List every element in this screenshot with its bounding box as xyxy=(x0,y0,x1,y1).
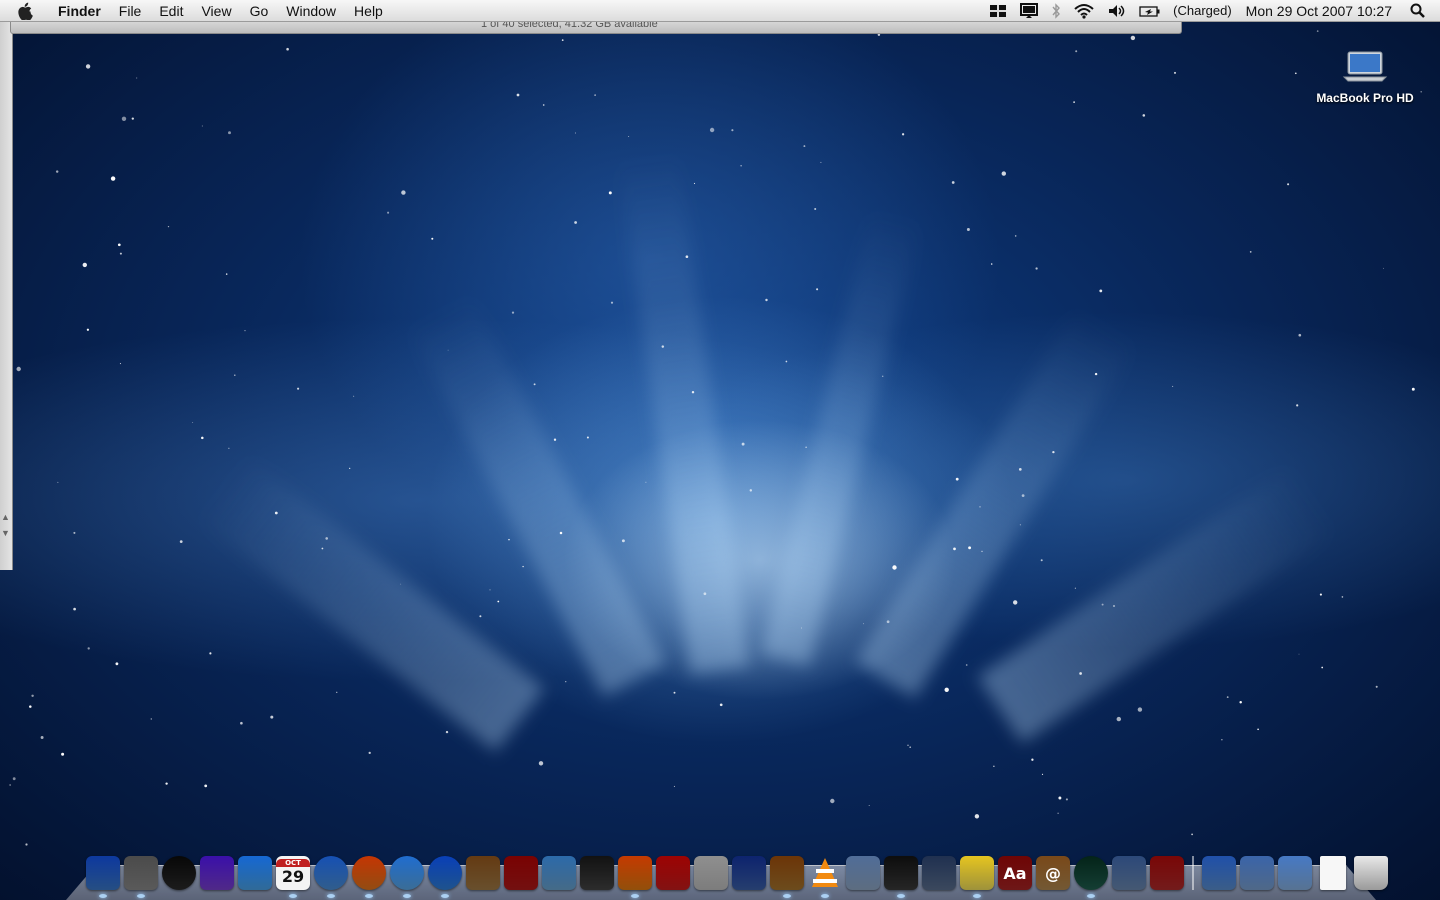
trash-icon[interactable] xyxy=(1354,856,1388,890)
running-indicator xyxy=(137,894,145,898)
battery-icon[interactable] xyxy=(1133,0,1167,22)
bluetooth-icon[interactable] xyxy=(1045,0,1067,22)
vlc-cone xyxy=(812,858,838,887)
dictionary-icon[interactable]: Aa xyxy=(998,856,1032,890)
documents-folder-icon[interactable] xyxy=(1240,856,1274,890)
menu-window[interactable]: Window xyxy=(277,0,345,22)
front-row-icon[interactable] xyxy=(618,856,652,898)
downloads-folder-icon[interactable] xyxy=(1278,856,1312,890)
app-w-icon[interactable] xyxy=(238,856,272,890)
film-app-icon[interactable] xyxy=(1150,856,1184,890)
eye-app-icon[interactable] xyxy=(732,856,766,890)
menu-extras: (Charged) Mon 29 Oct 2007 10:27 xyxy=(983,0,1440,22)
dashboard-icon[interactable] xyxy=(162,856,196,890)
running-indicator xyxy=(327,894,335,898)
macbook-hd-icon xyxy=(1342,51,1388,82)
display-icon[interactable] xyxy=(1013,0,1045,22)
menubar-clock[interactable]: Mon 29 Oct 2007 10:27 xyxy=(1238,3,1404,19)
ical-icon[interactable]: OCT 29 xyxy=(276,856,310,898)
apple-icon[interactable] xyxy=(18,2,40,20)
stickies-icon[interactable] xyxy=(960,856,994,898)
spaces-icon[interactable] xyxy=(983,0,1013,22)
running-indicator xyxy=(441,894,449,898)
imovie-icon[interactable] xyxy=(884,856,918,898)
desktop-macbook-hd[interactable]: MacBook Pro HD xyxy=(1310,50,1420,105)
system-preferences-icon[interactable] xyxy=(124,856,158,898)
desktop-wallpaper xyxy=(0,0,1440,900)
spotlight-icon[interactable] xyxy=(1404,0,1440,22)
menu-app-finder[interactable]: Finder xyxy=(52,0,110,22)
document-icon[interactable] xyxy=(1320,856,1346,890)
running-indicator xyxy=(783,894,791,898)
wifi-icon[interactable] xyxy=(1067,0,1101,22)
volume-icon[interactable] xyxy=(1101,0,1133,22)
app-e-icon[interactable] xyxy=(200,856,234,890)
itunes-icon[interactable] xyxy=(390,856,424,898)
dock-separator xyxy=(1192,856,1194,890)
preview-icon[interactable] xyxy=(542,856,576,890)
running-indicator xyxy=(403,894,411,898)
desktop-macbook-hd-label: MacBook Pro HD xyxy=(1316,91,1414,105)
time-machine-icon[interactable] xyxy=(1074,856,1108,898)
iphoto-icon[interactable] xyxy=(466,856,500,890)
chair-app-icon[interactable] xyxy=(656,856,690,890)
battery-status-text: (Charged) xyxy=(1173,3,1232,18)
running-indicator xyxy=(289,894,297,898)
menu-view[interactable]: View xyxy=(192,0,240,22)
ical-month: OCT xyxy=(276,859,310,867)
menu-help[interactable]: Help xyxy=(345,0,392,22)
running-indicator xyxy=(631,894,639,898)
ical-day: 29 xyxy=(281,867,305,886)
dvd-studio-icon[interactable] xyxy=(846,856,880,890)
running-indicator xyxy=(1087,894,1095,898)
finder-window-edge[interactable]: ▲ ▼ xyxy=(0,22,13,570)
dock: OCT 29 Aa @ xyxy=(66,850,1388,900)
adium-icon[interactable] xyxy=(770,856,804,898)
running-indicator xyxy=(973,894,981,898)
menu-bar: Finder File Edit View Go Window Help (Ch… xyxy=(0,0,1440,22)
star-field xyxy=(9,29,1422,846)
running-indicator xyxy=(821,894,829,898)
running-indicator xyxy=(99,894,107,898)
final-cut-icon[interactable] xyxy=(580,856,614,890)
address-book-label: @ xyxy=(1045,863,1061,883)
applications-folder-icon[interactable] xyxy=(1202,856,1236,890)
dvd-player-icon[interactable] xyxy=(694,856,728,890)
safari-icon[interactable] xyxy=(314,856,348,898)
dock-icons: OCT 29 Aa @ xyxy=(86,850,1392,898)
finder-window[interactable]: 1 of 40 selected, 41.32 GB available xyxy=(10,18,1182,34)
finder-icon[interactable] xyxy=(86,856,120,898)
address-book-icon[interactable]: @ xyxy=(1036,856,1070,890)
firefox-icon[interactable] xyxy=(352,856,386,898)
menu-file[interactable]: File xyxy=(110,0,151,22)
running-indicator xyxy=(365,894,373,898)
photo-app-icon[interactable] xyxy=(1112,856,1146,890)
quicktime-icon[interactable] xyxy=(428,856,462,898)
dictionary-label: Aa xyxy=(1003,863,1027,883)
menu-edit[interactable]: Edit xyxy=(150,0,192,22)
app-pause-icon[interactable] xyxy=(922,856,956,890)
vlc-icon[interactable] xyxy=(808,856,842,898)
photo-booth-icon[interactable] xyxy=(504,856,538,890)
running-indicator xyxy=(897,894,905,898)
menu-go[interactable]: Go xyxy=(241,0,278,22)
